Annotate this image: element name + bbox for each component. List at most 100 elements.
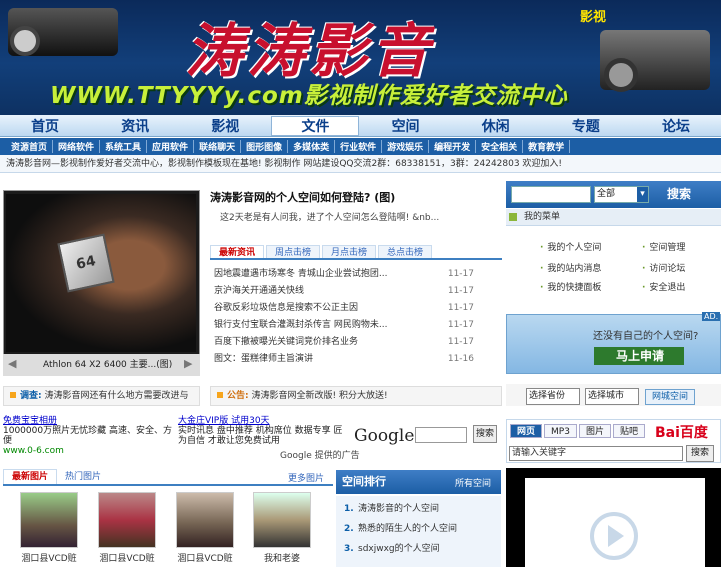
announcement-bar: 公告: 涛涛影音网全新改版! 积分大放送! (210, 386, 502, 406)
site-logo-title[interactable]: 涛涛影音 (185, 4, 485, 85)
apply-now-button[interactable]: 马上申请 (594, 347, 684, 365)
tab-tieba[interactable]: 贴吧 (612, 424, 645, 438)
nav-item-topics[interactable]: 专题 (542, 116, 630, 136)
tab-total[interactable]: 总点击榜 (378, 245, 433, 258)
news-title[interactable]: 谷歌反彩垃圾信息是搜索不公正主因 (214, 300, 358, 317)
rank-name[interactable]: 熟悉的陌生人的个人空间 (358, 524, 457, 534)
news-title[interactable]: 图文：蛋糕律师主旨演讲 (214, 351, 313, 368)
main-nav: 首页 资讯 影视 文件 空间 休闲 专题 论坛 (0, 115, 721, 137)
ad-url[interactable]: www.0-6.com (3, 446, 173, 456)
list-item[interactable]: 1. 涛涛影音的个人空间 (336, 499, 501, 519)
subnav-item[interactable]: 资源首页 (6, 140, 54, 153)
city-space-button[interactable]: 网城空间 (645, 389, 695, 405)
headline-summary: 这2天老是有人问我，进了个人空间怎么登陆啊! &nb... (220, 213, 440, 223)
rank-name[interactable]: 涛涛影音的个人空间 (358, 504, 439, 514)
subnav-item[interactable]: 游戏娱乐 (382, 140, 430, 153)
subnav-item[interactable]: 联络聊天 (194, 140, 242, 153)
list-item[interactable]: 3. sdxjwxg的个人空间 (336, 539, 501, 559)
photo-thumbnail[interactable] (20, 492, 78, 548)
feature-caption[interactable]: Athlon 64 X2 6400 主要...(图) (3, 354, 200, 376)
city-select[interactable]: 选择城市 (585, 388, 639, 405)
tab-latest[interactable]: 最新资讯 (210, 245, 265, 258)
subnav-item[interactable]: 安全相关 (476, 140, 524, 153)
tab-monthly[interactable]: 月点击榜 (322, 245, 377, 258)
menu-item-logout[interactable]: 安全退出 (642, 280, 685, 293)
news-title[interactable]: 因地震遭遇市场寒冬 青城山企业尝试抱团... (214, 266, 387, 283)
photo-caption[interactable]: 涸口县VCD赃 (170, 551, 240, 564)
all-spaces-link[interactable]: 所有空间 (455, 476, 491, 489)
space-promo-banner[interactable] (506, 314, 721, 374)
news-title[interactable]: 银行支付宝联合灌溉封杀传言 网民购物未... (214, 317, 387, 334)
headline-title[interactable]: 涛涛影音网的个人空间如何登陆? (图) (210, 189, 500, 205)
list-item[interactable]: 因地震遭遇市场寒冬 青城山企业尝试抱团... 11-17 (214, 266, 474, 283)
search-scope-select[interactable]: 全部 ▾ (594, 186, 649, 203)
menu-item-forum[interactable]: 访问论坛 (642, 261, 685, 274)
google-ads-credit[interactable]: Google 提供的广告 (280, 448, 360, 461)
tab-weekly[interactable]: 周点击榜 (266, 245, 321, 258)
photo-caption[interactable]: 涸口县VCD赃 (14, 551, 84, 564)
play-icon[interactable] (590, 512, 638, 560)
subnav-item[interactable]: 教育教学 (523, 140, 571, 153)
tab-mp3[interactable]: MP3 (544, 424, 577, 438)
nav-item-files[interactable]: 文件 (271, 115, 360, 136)
tab-web[interactable]: 网页 (510, 424, 543, 438)
photo-thumbnail[interactable] (253, 492, 311, 548)
baidu-search-input[interactable]: 请输入关键字 (509, 446, 683, 461)
photo-caption[interactable]: 涸口县VCD赃 (92, 551, 162, 564)
more-photos-link[interactable]: 更多图片 (288, 471, 324, 484)
ad-block[interactable]: 大金庄VIP版 试用30天 实时讯息 盘中推荐 机构席位 数据专享 匠 为自信 … (178, 416, 350, 448)
news-title[interactable]: 百度下撤被曝光关键词竞价排名业务 (214, 334, 358, 351)
ad-block[interactable]: 免费宝宝相册 1000000万照片无忧珍藏 高速、安全、方便 www.0-6.c… (3, 416, 173, 456)
list-item[interactable]: 图文：蛋糕律师主旨演讲 11-16 (214, 351, 474, 368)
menu-item-space-admin[interactable]: 空间管理 (642, 240, 685, 253)
google-search-input[interactable] (415, 427, 467, 443)
site-search-button[interactable]: 搜索 (652, 185, 706, 204)
photo-thumbnail[interactable] (98, 492, 156, 548)
news-date: 11-16 (447, 354, 474, 364)
photo-tabs: 最新图片 热门图片 (3, 469, 333, 486)
subnav-item[interactable]: 图形图像 (241, 140, 289, 153)
subnav-item[interactable]: 系统工具 (100, 140, 148, 153)
nav-item-leisure[interactable]: 休闲 (452, 116, 540, 136)
google-search-button[interactable]: 搜索 (473, 425, 497, 443)
chevron-right-icon[interactable]: ▶ (184, 357, 196, 373)
list-item[interactable]: 2. 熟悉的陌生人的个人空间 (336, 519, 501, 539)
subnav-item[interactable]: 行业软件 (335, 140, 383, 153)
ad-text: 实时讯息 盘中推荐 机构席位 数据专享 匠 (178, 426, 343, 436)
province-select[interactable]: 选择省份 (526, 388, 580, 405)
nav-item-news[interactable]: 资讯 (91, 116, 179, 136)
tab-images[interactable]: 图片 (578, 424, 611, 438)
nav-item-space[interactable]: 空间 (362, 116, 450, 136)
news-tabs: 最新资讯 周点击榜 月点击榜 总点击榜 (210, 245, 502, 260)
list-item[interactable]: 谷歌反彩垃圾信息是搜索不公正主因 11-17 (214, 300, 474, 317)
tab-hot-photos[interactable]: 热门图片 (57, 470, 109, 484)
subnav-item[interactable]: 多媒体类 (288, 140, 336, 153)
ad-title[interactable]: 大金庄VIP版 试用30天 (178, 416, 350, 426)
subnav-item[interactable]: 应用软件 (147, 140, 195, 153)
menu-item-quick-panel[interactable]: 我的快捷面板 (540, 280, 601, 293)
site-search-input[interactable] (511, 186, 591, 203)
news-date: 11-17 (447, 286, 474, 296)
list-item[interactable]: 银行支付宝联合灌溉封杀传言 网民购物未... 11-17 (214, 317, 474, 334)
menu-item-messages[interactable]: 我的站内消息 (540, 261, 601, 274)
subnav-item[interactable]: 网络软件 (53, 140, 101, 153)
baidu-search-button[interactable]: 搜索 (686, 445, 714, 462)
list-item[interactable]: 百度下撤被曝光关键词竞价排名业务 11-17 (214, 334, 474, 351)
header-tag: 影视 (580, 10, 607, 25)
tab-latest-photos[interactable]: 最新图片 (3, 469, 58, 484)
nav-item-forum[interactable]: 论坛 (632, 116, 720, 136)
rank-name[interactable]: sdxjwxg的个人空间 (358, 544, 440, 554)
nav-item-video[interactable]: 影视 (181, 116, 269, 136)
news-title[interactable]: 京沪海关开通通关快线 (214, 283, 304, 300)
menu-item-my-space[interactable]: 我的个人空间 (540, 240, 601, 253)
photo-thumbnail[interactable] (176, 492, 234, 548)
subnav-item[interactable]: 编程开发 (429, 140, 477, 153)
ad-text: 1000000万照片无忧珍藏 高速、安全、方便 (3, 426, 172, 446)
list-item[interactable]: 京沪海关开通通关快线 11-17 (214, 283, 474, 300)
nav-item-home[interactable]: 首页 (1, 116, 89, 136)
ad-title[interactable]: 免费宝宝相册 (3, 416, 173, 426)
survey-text[interactable]: 涛涛影音网还有什么地方需要改进与 (44, 391, 188, 401)
announcement-text[interactable]: 涛涛影音网全新改版! 积分大放送! (251, 391, 387, 401)
chevron-left-icon[interactable]: ◀ (8, 357, 20, 373)
photo-caption[interactable]: 我和老婆 (247, 551, 317, 564)
